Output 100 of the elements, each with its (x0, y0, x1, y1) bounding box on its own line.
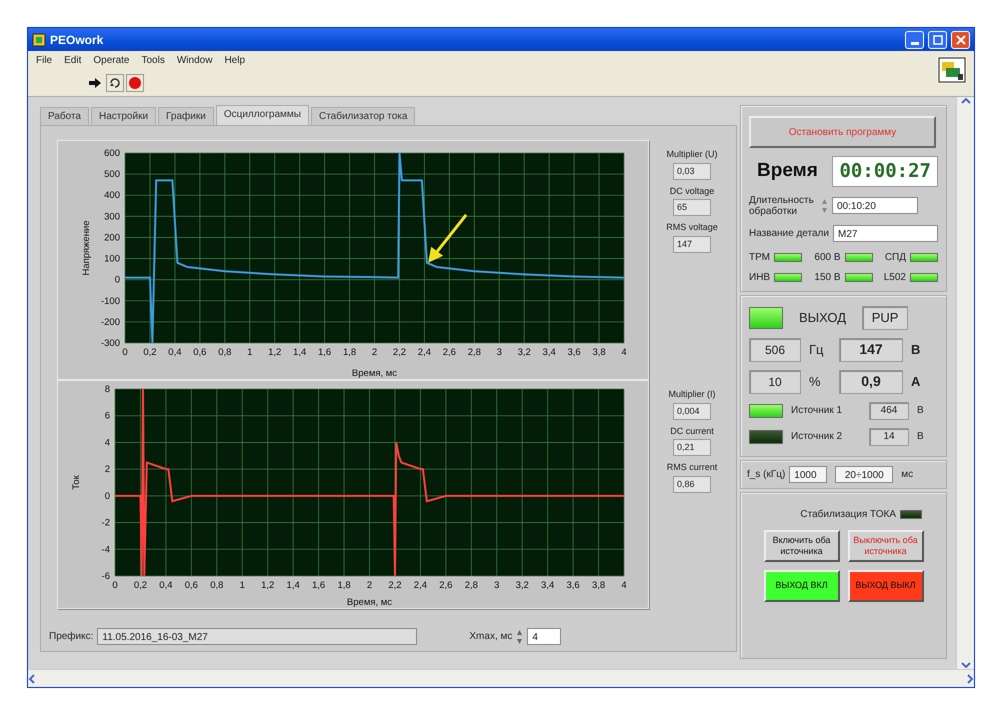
tick-label: 1,4 (286, 580, 300, 591)
prefix-field[interactable]: 11.05.2016_16-03_M27 (97, 628, 418, 645)
lamp-label: ТРМ (749, 250, 770, 264)
tick-label: 600 (104, 148, 120, 159)
tick-label: 4 (104, 437, 110, 448)
menu-item[interactable]: Edit (64, 52, 82, 68)
tab[interactable]: Осциллограммы (216, 105, 309, 125)
field-label: f_s (кГц) (747, 468, 786, 482)
source-label: Источник 2 (791, 430, 844, 444)
tick-label: 2,4 (418, 347, 431, 358)
tick-label: 2,6 (439, 580, 452, 591)
tick-label: 3 (494, 580, 500, 591)
tick-label: -6 (102, 571, 110, 582)
source-label: Источник 1 (791, 404, 844, 418)
tick-label: 3,8 (592, 580, 606, 591)
indicator-label: RMS current (666, 461, 718, 474)
vertical-scrollbar[interactable] (956, 97, 974, 669)
tick-label: 3,2 (518, 347, 531, 358)
tab[interactable]: Графики (158, 107, 214, 125)
scroll-down-icon[interactable] (960, 661, 970, 669)
lamp-label: СПД (884, 250, 906, 264)
horizontal-scrollbar[interactable] (28, 669, 974, 687)
axis-title: Время, мс (346, 597, 392, 608)
tick-label: 2,2 (388, 580, 402, 591)
tick-label: 1,4 (293, 347, 306, 358)
sample-rate-field[interactable]: 1000 (789, 466, 828, 482)
tick-label: 0,4 (168, 347, 182, 358)
app-icon (32, 32, 46, 46)
tick-label: 3,6 (568, 347, 581, 358)
maximize-button[interactable] (928, 30, 947, 48)
tick-label: 6 (104, 410, 110, 422)
tick-label: -4 (102, 544, 110, 556)
tick-label: 8 (104, 384, 110, 395)
tab[interactable]: Работа (40, 107, 89, 125)
axis-title: Ток (71, 475, 82, 490)
window-title: PEOwork (50, 32, 104, 48)
readout-field: 147 (673, 236, 711, 252)
tick-label: 0,2 (143, 347, 157, 358)
tick-label: 200 (104, 232, 120, 244)
scroll-up-icon[interactable] (960, 97, 970, 105)
tick-label: 0 (112, 580, 118, 591)
abort-button[interactable] (126, 74, 144, 92)
tick-label: 2,2 (392, 347, 406, 358)
part-name-field[interactable]: M27 (832, 224, 938, 242)
tick-label: 0 (122, 347, 128, 358)
lamp-label: L502 (884, 270, 906, 284)
xmax-field[interactable]: 4 (527, 628, 562, 645)
reading-display: 0,9 (839, 370, 903, 394)
output-off-button[interactable]: ВЫХОД ВЫКЛ (848, 570, 924, 602)
reading-display: 147 (839, 338, 903, 362)
tick-label: 500 (104, 169, 120, 180)
field-label: Префикс: (49, 630, 94, 644)
readout-field: 65 (673, 199, 711, 216)
tick-label: 1,2 (261, 580, 274, 591)
field-label: Xmax, мс (469, 630, 512, 644)
axis-title: Время, мс (352, 368, 398, 379)
duration-field[interactable]: 00:10:20 (832, 197, 918, 214)
lamp-label: 150 В (814, 270, 841, 284)
menu-item[interactable]: Tools (142, 52, 165, 68)
tick-label: -2 (102, 518, 110, 529)
field-label: Название детали (749, 226, 829, 240)
menu-item[interactable]: File (36, 52, 52, 68)
tab[interactable]: Настройки (91, 107, 156, 125)
lamp-label: 600 В (814, 250, 841, 264)
tick-label: 2,8 (468, 347, 481, 358)
menu-item[interactable]: Help (224, 52, 246, 68)
tick-label: -300 (100, 338, 120, 349)
tick-label: 1,2 (268, 347, 282, 358)
lamp-label: ИНВ (749, 270, 770, 284)
minimize-icon (910, 42, 918, 44)
output-on-button[interactable]: ВЫХОД ВКЛ (764, 570, 840, 602)
time-label: Время (757, 159, 818, 183)
tick-label: -200 (100, 316, 120, 328)
unit-label: % (809, 372, 822, 391)
spinner-icon[interactable] (516, 628, 524, 644)
scroll-right-icon[interactable] (966, 674, 974, 684)
minimize-button[interactable] (905, 30, 924, 48)
tick-label: 2,8 (464, 580, 478, 591)
source-voltage-display: 464 (869, 402, 909, 420)
readout-field: 0,86 (673, 476, 711, 492)
close-button[interactable] (951, 30, 970, 48)
unit-label: В (911, 340, 922, 359)
tick-label: 3,6 (566, 580, 580, 591)
tick-label: 1 (240, 580, 245, 591)
tick-label: 3 (496, 347, 502, 358)
indicator-label: Multiplier (I) (668, 388, 716, 401)
tick-label: 0 (114, 274, 120, 286)
scroll-left-icon[interactable] (28, 674, 36, 684)
spinner-icon[interactable] (821, 198, 828, 214)
tick-label: 3,4 (541, 580, 554, 591)
tick-label: 0,6 (184, 580, 198, 591)
tick-label: 4 (621, 347, 627, 358)
run-continuously-button[interactable] (106, 74, 124, 92)
enable-sources-button[interactable]: Включить оба источника (764, 530, 840, 562)
menu-item[interactable]: Operate (93, 52, 130, 68)
tick-label: 400 (104, 190, 120, 202)
tick-label: 1,8 (342, 347, 356, 358)
readout-field: 0,03 (673, 162, 711, 180)
tab[interactable]: Стабилизатор тока (310, 107, 416, 125)
menu-item[interactable]: Window (176, 52, 212, 68)
